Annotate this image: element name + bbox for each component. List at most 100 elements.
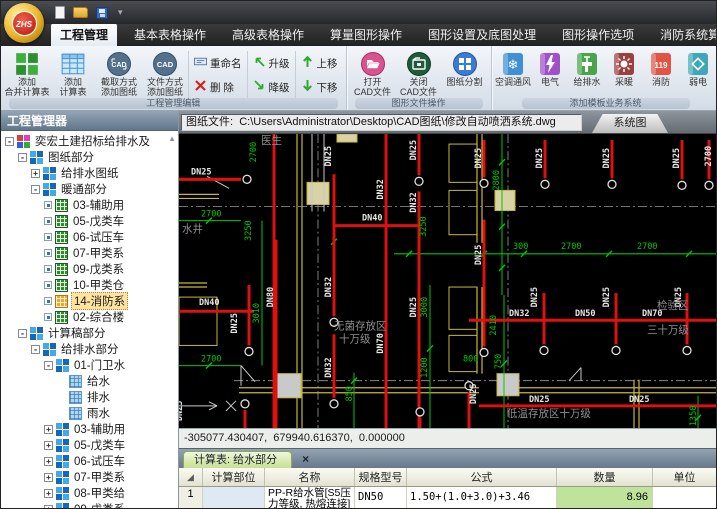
- tree-item[interactable]: 10-甲类仓: [1, 277, 178, 293]
- column-header-2[interactable]: 名称: [265, 468, 355, 486]
- ribbon-tab-5[interactable]: 图形设置及底图处理: [419, 24, 545, 46]
- tree-item[interactable]: -图纸部分: [1, 149, 178, 165]
- tab-system-diagram[interactable]: 系统图: [592, 114, 668, 133]
- cell-name[interactable]: PP-R给水管[S5压力等级, 热熔连接]: [265, 487, 355, 509]
- water-supply-drain-button[interactable]: 给排水: [569, 48, 606, 87]
- tree-item[interactable]: +06-试压车: [1, 453, 178, 469]
- tree-item-label: 05-戊类车: [71, 213, 126, 229]
- tree-item-label: 排水: [85, 389, 112, 405]
- tree-item-icon: [55, 231, 68, 244]
- ribbon-tab-3[interactable]: 高级表格操作: [223, 24, 313, 46]
- table-row[interactable]: 1 PP-R给水管[S5压力等级, 热熔连接]DN501.50+(1.0+3.0)…: [179, 487, 716, 509]
- add-merge-calc-table-button[interactable]: 添加合并计算表: [4, 48, 50, 98]
- save-file-icon[interactable]: [96, 7, 108, 19]
- hvac-ventilation-button[interactable]: ❄空调通风: [495, 48, 532, 87]
- promote-button[interactable]: 升级: [253, 55, 290, 71]
- cell-num[interactable]: 1: [179, 487, 203, 509]
- tree-item[interactable]: 03-辅助用: [1, 197, 178, 213]
- svg-text:3250: 3250: [244, 220, 254, 241]
- heating-button[interactable]: 采暖: [606, 48, 643, 87]
- cell-part[interactable]: [203, 487, 265, 509]
- add-merge-calc-table-button-icon: [14, 50, 41, 77]
- expand-icon[interactable]: +: [44, 489, 53, 498]
- ribbon-tab-1[interactable]: 工程管理: [51, 24, 117, 46]
- add-sheet-by-capture-button[interactable]: CAD截取方式添加图纸: [96, 48, 142, 98]
- tree-item[interactable]: 给水: [1, 373, 178, 389]
- tree-item[interactable]: -01-门卫水: [1, 357, 178, 373]
- cell-spec[interactable]: DN50: [355, 487, 407, 509]
- svg-text:DN25: DN25: [324, 146, 334, 167]
- column-header-5[interactable]: 数量: [557, 468, 653, 486]
- tree-item[interactable]: 排水: [1, 389, 178, 405]
- delete-button[interactable]: 删 除: [194, 79, 242, 95]
- tree-item[interactable]: +09-戊类系: [1, 501, 178, 509]
- tree-scroll-up-icon[interactable]: ▲: [168, 134, 176, 143]
- low-voltage-button[interactable]: 弱电: [680, 48, 717, 87]
- tree-item[interactable]: +05-戊类车: [1, 437, 178, 453]
- cad-canvas[interactable]: DN25DN40DN40DN32DN50DN70DN25DN25DN25DN32…: [179, 133, 716, 428]
- quick-access-dropdown-icon[interactable]: ▾: [118, 7, 123, 18]
- collapse-icon[interactable]: -: [18, 153, 27, 162]
- tree-item[interactable]: +03-辅助用: [1, 421, 178, 437]
- cell-unit[interactable]: [653, 487, 716, 509]
- add-sheet-by-file-button[interactable]: CAD文件方式添加图纸: [142, 48, 188, 98]
- tree-item[interactable]: 02-综合楼: [1, 309, 178, 325]
- app-logo[interactable]: ZHS: [4, 3, 44, 43]
- demote-button[interactable]: 降级: [253, 79, 290, 95]
- cell-formula[interactable]: 1.50+(1.0+3.0)+3.46: [407, 487, 557, 509]
- tree-item[interactable]: 09-戊类系: [1, 261, 178, 277]
- expand-icon[interactable]: +: [44, 473, 53, 482]
- expand-icon[interactable]: +: [44, 457, 53, 466]
- ribbon: 添加合并计算表添加计算表CAD截取方式添加图纸CAD文件方式添加图纸 重命名删 …: [1, 46, 716, 111]
- tree-item[interactable]: +给排水图纸: [1, 165, 178, 181]
- svg-text:DN25: DN25: [672, 148, 682, 169]
- select-all-cell[interactable]: ◢: [179, 468, 203, 486]
- collapse-icon[interactable]: -: [31, 345, 40, 354]
- column-header-6[interactable]: 单位: [653, 468, 716, 486]
- collapse-icon[interactable]: -: [5, 137, 14, 146]
- open-file-icon[interactable]: [73, 7, 88, 18]
- fire-protection-button[interactable]: 119消防: [643, 48, 680, 87]
- tree-item[interactable]: 07-甲类系: [1, 245, 178, 261]
- tree-item[interactable]: -奕宏土建招标给排水及: [1, 133, 178, 149]
- tree-item[interactable]: +07-甲类系: [1, 469, 178, 485]
- tree-item[interactable]: -计算稿部分: [1, 325, 178, 341]
- expand-icon[interactable]: +: [31, 169, 40, 178]
- tree-item[interactable]: 雨水: [1, 405, 178, 421]
- collapse-icon[interactable]: -: [31, 185, 40, 194]
- electrical-button[interactable]: 电气: [532, 48, 569, 87]
- close-tab-icon[interactable]: ×: [302, 453, 309, 465]
- close-cad-file-button[interactable]: 关闭CAD文件: [396, 48, 442, 98]
- ribbon-tab-4[interactable]: 算量图形操作: [321, 24, 411, 46]
- rename-button[interactable]: 重命名: [194, 55, 242, 71]
- tree-item[interactable]: 06-试压车: [1, 229, 178, 245]
- tab-calc-water-table[interactable]: 计算表: 给水部分: [183, 451, 292, 468]
- tree-item[interactable]: -暖通部分: [1, 181, 178, 197]
- svg-text:DN32: DN32: [324, 277, 334, 298]
- collapse-icon[interactable]: -: [18, 329, 27, 338]
- tree-item[interactable]: +08-甲类给: [1, 485, 178, 501]
- tree-item[interactable]: 05-戊类车: [1, 213, 178, 229]
- cell-qty[interactable]: 8.96: [557, 487, 653, 509]
- expand-icon[interactable]: +: [44, 425, 53, 434]
- move-down-button[interactable]: 下移: [301, 79, 338, 95]
- ribbon-tab-2[interactable]: 基本表格操作: [125, 24, 215, 46]
- expand-icon[interactable]: +: [44, 441, 53, 450]
- column-header-1[interactable]: 计算部位: [203, 468, 265, 486]
- tree-item[interactable]: 14-消防系: [1, 293, 178, 309]
- ribbon-tab-7[interactable]: 消防系统算量操作: [651, 24, 716, 46]
- split-sheet-button[interactable]: 图纸分割: [442, 48, 488, 98]
- open-cad-file-button[interactable]: 打开CAD文件: [350, 48, 396, 98]
- add-calc-table-button[interactable]: 添加计算表: [50, 48, 96, 98]
- expand-icon[interactable]: +: [44, 505, 53, 509]
- tree-node-connector-icon: [44, 201, 52, 209]
- svg-text:CAD: CAD: [157, 60, 174, 69]
- ribbon-tab-6[interactable]: 图形操作选项: [553, 24, 643, 46]
- column-header-4[interactable]: 公式: [407, 468, 557, 486]
- move-up-button[interactable]: 上移: [301, 55, 338, 71]
- tree-item-icon: [30, 327, 43, 340]
- tree-item[interactable]: -给排水部分: [1, 341, 178, 357]
- column-header-3[interactable]: 规格型号: [355, 468, 407, 486]
- new-file-icon[interactable]: [55, 6, 65, 19]
- collapse-icon[interactable]: -: [44, 361, 53, 370]
